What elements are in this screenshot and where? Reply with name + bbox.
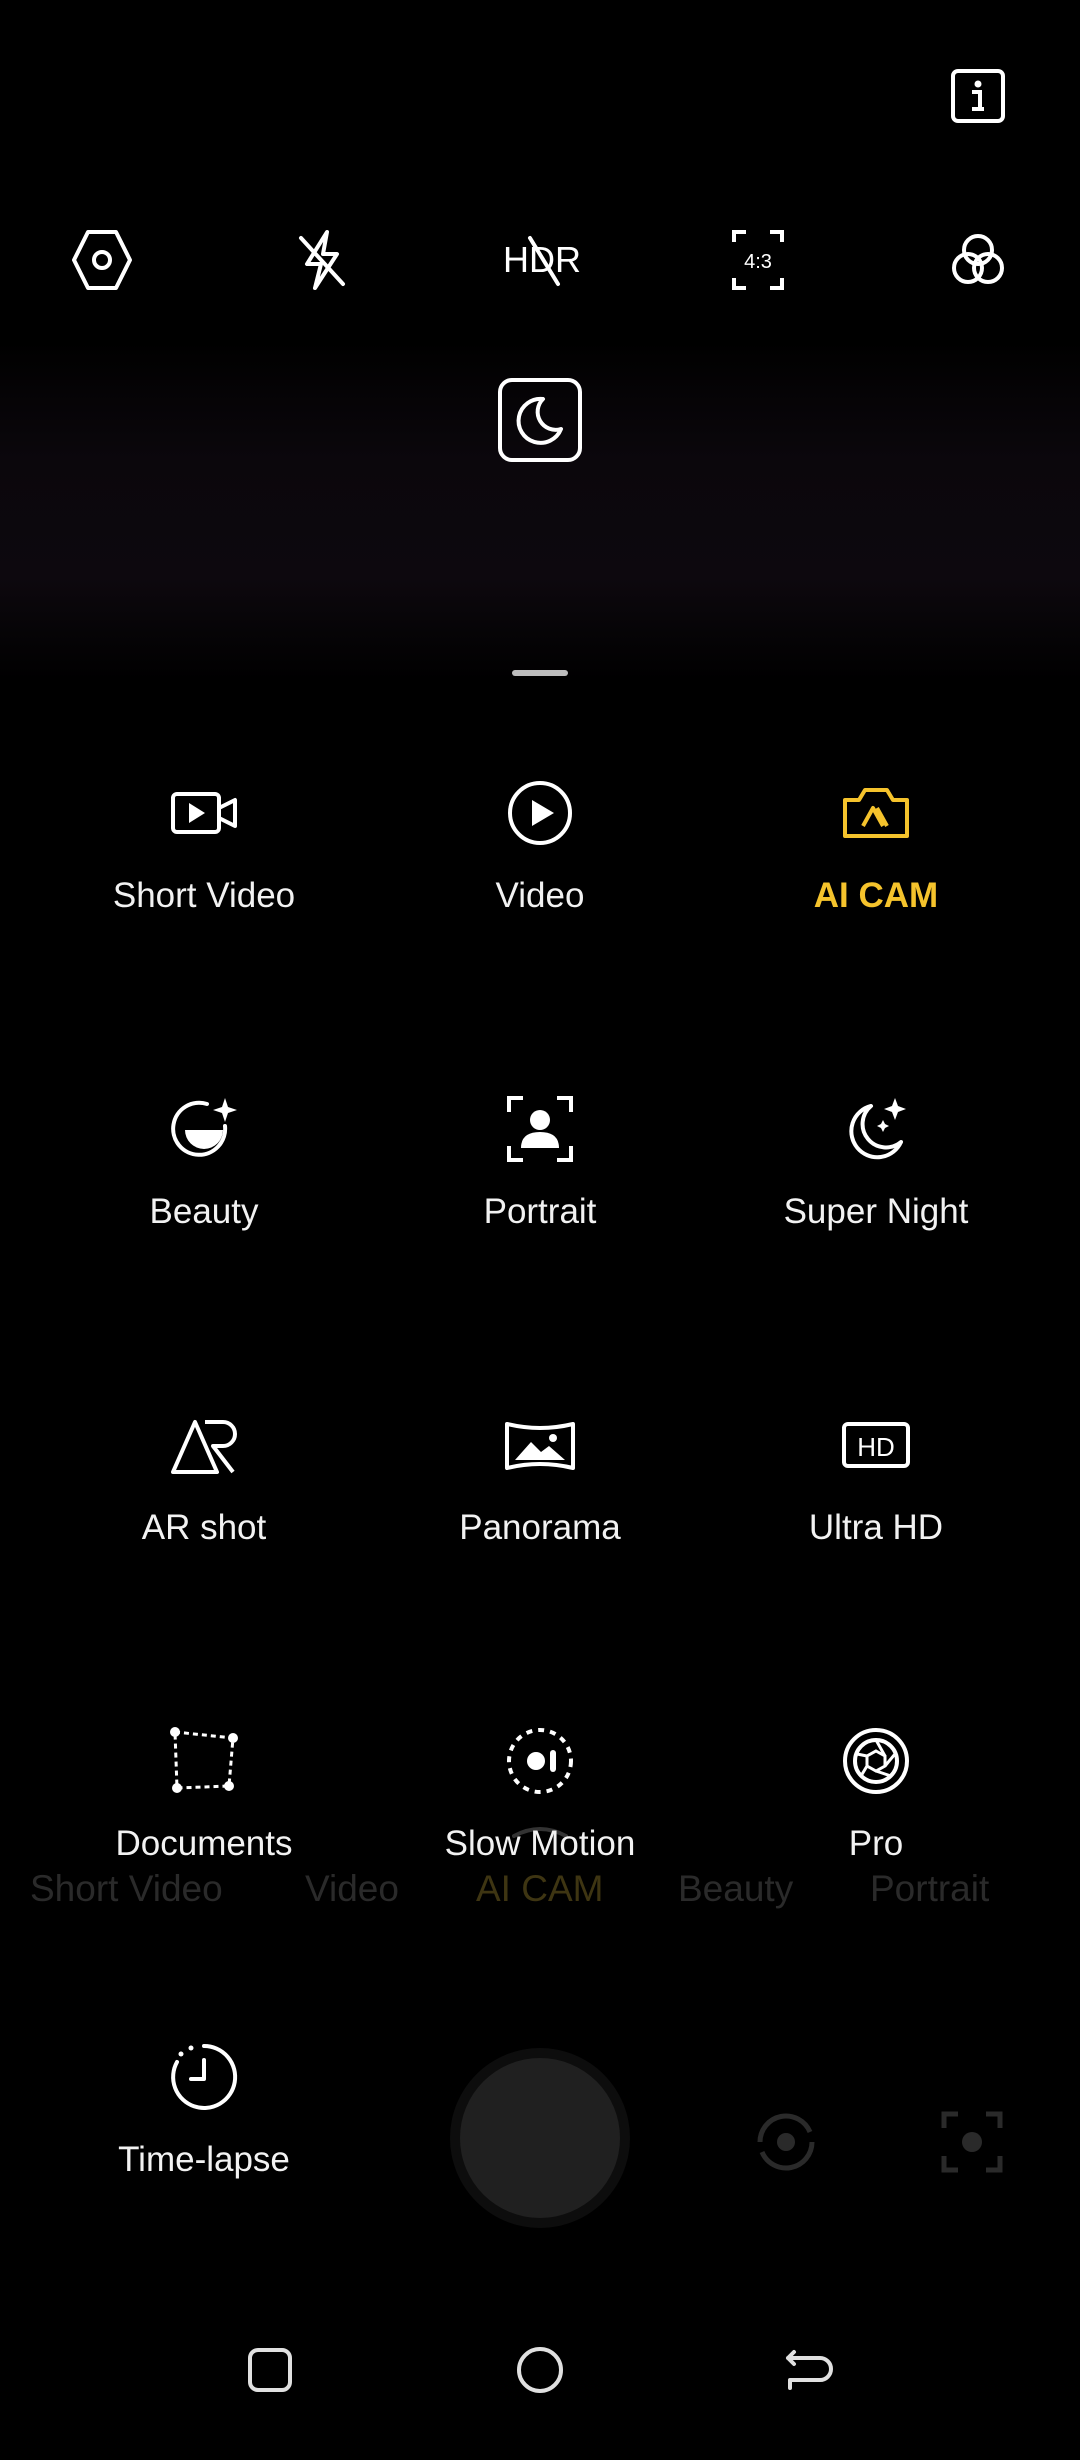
mode-label: AI CAM: [813, 876, 939, 915]
portrait-icon: [507, 1096, 573, 1162]
panorama-icon: [505, 1422, 575, 1470]
hdr-off-icon[interactable]: HDR: [500, 224, 584, 296]
shutter-button: [460, 2058, 620, 2218]
settings-icon[interactable]: [66, 224, 138, 296]
mode-label: Super Night: [783, 1192, 969, 1231]
mode-label: Panorama: [459, 1508, 621, 1547]
mode-super-night[interactable]: Super Night: [706, 1094, 1046, 1314]
night-mode-icon[interactable]: [497, 377, 583, 463]
mode-label: Portrait: [483, 1192, 597, 1231]
mode-time-lapse[interactable]: Time-lapse: [34, 2042, 374, 2262]
mode-pro[interactable]: Pro: [706, 1726, 1046, 1946]
aspect-ratio-icon[interactable]: 4:3: [722, 224, 794, 296]
short-video-icon: [171, 792, 237, 834]
video-icon: [508, 781, 572, 845]
pro-icon: [843, 1728, 909, 1794]
beauty-icon: [171, 1098, 237, 1157]
recent-apps-icon[interactable]: [240, 2340, 300, 2400]
slow-motion-icon: [507, 1728, 573, 1794]
documents-icon: [170, 1727, 238, 1793]
mode-label: AR shot: [141, 1508, 267, 1547]
mode-label: Short Video: [112, 876, 296, 915]
mode-portrait[interactable]: Portrait: [370, 1094, 710, 1314]
switch-camera-icon: [757, 2113, 815, 2171]
super-night-icon: [849, 1098, 906, 1160]
mode-short-video[interactable]: Short Video: [34, 778, 374, 998]
mode-label: Documents: [115, 1824, 293, 1863]
mode-label: Pro: [848, 1824, 904, 1863]
mode-panorama[interactable]: Panorama: [370, 1410, 710, 1630]
mode-video[interactable]: Video: [370, 778, 710, 998]
ar-shot-icon: [171, 1420, 237, 1474]
mode-label: Time-lapse: [118, 2140, 290, 2179]
mode-slow-motion[interactable]: Slow Motion: [370, 1726, 710, 1946]
time-lapse-icon: [171, 2043, 238, 2110]
mode-label: Ultra HD: [808, 1508, 944, 1547]
ai-cam-icon: [843, 788, 909, 838]
mode-label: Video: [495, 876, 585, 915]
mode-beauty[interactable]: Beauty: [34, 1094, 374, 1314]
ultra-hd-badge: HD: [857, 1432, 895, 1462]
mode-ai-cam[interactable]: AI CAM: [706, 778, 1046, 998]
flash-off-icon[interactable]: [285, 224, 357, 296]
mode-label: Beauty: [149, 1192, 259, 1231]
ultra-hd-icon: HD: [842, 1422, 910, 1468]
system-navigation-bar: [0, 2340, 1080, 2440]
home-icon[interactable]: [510, 2340, 570, 2400]
lens-icon: [941, 2111, 1003, 2173]
info-icon[interactable]: [948, 66, 1008, 126]
mode-documents[interactable]: Documents: [34, 1726, 374, 1946]
mode-ar-shot[interactable]: AR shot: [34, 1410, 374, 1630]
back-icon[interactable]: [780, 2340, 840, 2400]
mode-label: Slow Motion: [444, 1824, 636, 1863]
filters-icon[interactable]: [942, 224, 1014, 296]
mode-ultra-hd[interactable]: HD Ultra HD: [706, 1410, 1046, 1630]
sheet-drag-handle[interactable]: [512, 670, 568, 676]
aspect-ratio-label: 4:3: [744, 251, 772, 273]
